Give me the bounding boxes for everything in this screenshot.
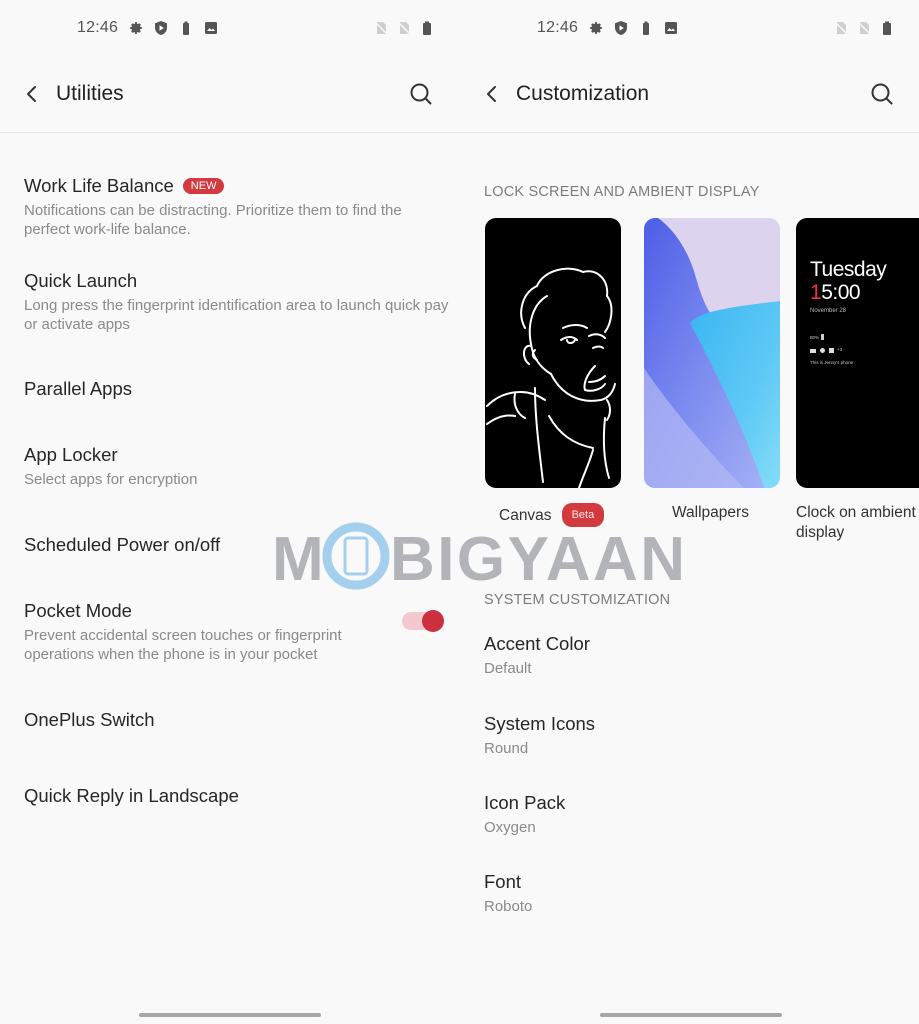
gear-icon	[128, 20, 144, 36]
system-icons-item[interactable]: System Icons Round	[460, 710, 919, 765]
gesture-nav-handle[interactable]	[600, 1013, 782, 1017]
canvas-label[interactable]: Canvas Beta	[499, 503, 605, 527]
list-item-oneplus-switch[interactable]: OnePlus Switch	[0, 705, 460, 745]
list-item-scheduled-power[interactable]: Scheduled Power on/off	[0, 530, 460, 570]
shield-play-icon	[153, 20, 169, 36]
item-value: Oxygen	[484, 819, 536, 836]
gear-icon	[588, 20, 604, 36]
list-item-pocket-mode[interactable]: Pocket Mode Prevent accidental screen to…	[0, 596, 460, 666]
item-subtitle: Notifications can be distracting. Priori…	[24, 202, 402, 238]
list-item-parallel-apps[interactable]: Parallel Apps	[0, 374, 460, 414]
back-button[interactable]	[480, 82, 504, 106]
app-bar: Customization	[460, 70, 919, 120]
toggle-thumb	[422, 610, 444, 632]
chevron-left-icon	[27, 86, 36, 102]
item-title: Font	[484, 871, 522, 892]
item-subtitle: Select apps for encryption	[24, 471, 198, 488]
ambient-day: Tuesday	[810, 258, 887, 281]
search-icon	[871, 83, 893, 105]
ambient-battery-icon	[821, 334, 824, 340]
ambient-date: November 28	[810, 308, 847, 314]
item-title: Work Life Balance NEW	[24, 175, 225, 197]
image-icon	[203, 20, 219, 36]
list-item-work-life-balance[interactable]: Work Life Balance NEW Notifications can b…	[0, 170, 460, 240]
status-time: 12:46	[77, 19, 119, 36]
status-bar: 12:46	[460, 0, 919, 58]
font-item[interactable]: Font Roboto	[460, 868, 919, 923]
item-title: Quick Reply in Landscape	[24, 785, 239, 806]
list-item-quick-reply-landscape[interactable]: Quick Reply in Landscape	[0, 781, 460, 821]
ambient-notification-icon	[820, 348, 825, 353]
ambient-battery: 80%	[810, 335, 820, 340]
accent-color-item[interactable]: Accent Color Default	[460, 630, 919, 685]
status-bar: 12:46	[0, 0, 460, 58]
ambient-time-rest: 5:00	[821, 281, 861, 304]
search-button[interactable]	[869, 81, 895, 107]
beta-badge: Beta	[561, 503, 605, 527]
item-title: Pocket Mode	[24, 600, 132, 621]
item-title: Parallel Apps	[24, 378, 132, 399]
clock-ambient-card[interactable]: Tuesday 15:00 November 28 80% +3 This is…	[796, 218, 919, 488]
divider	[0, 132, 460, 133]
search-button[interactable]	[408, 81, 434, 107]
chevron-left-icon	[487, 86, 496, 102]
wallpapers-card[interactable]	[644, 218, 780, 488]
no-sim-icon	[856, 20, 872, 36]
ambient-time-accent: 1	[810, 281, 822, 304]
battery-saver-icon	[178, 20, 194, 36]
item-subtitle: Prevent accidental screen touches or fin…	[24, 627, 342, 663]
item-title: Accent Color	[484, 633, 590, 654]
divider	[460, 132, 919, 133]
canvas-label-text: Canvas	[499, 507, 552, 524]
page-title: Customization	[516, 82, 650, 105]
section-header-system-customization: SYSTEM CUSTOMIZATION	[484, 592, 671, 608]
new-badge: NEW	[182, 178, 225, 194]
ambient-mail-icon	[810, 349, 816, 353]
item-value: Roboto	[484, 898, 533, 915]
ambient-owner-text: This is Jenny's phone	[810, 360, 854, 365]
shield-play-icon	[613, 20, 629, 36]
search-icon	[410, 83, 432, 105]
customization-screen: 12:46 Customization LOCK SCREEN AND AMBI…	[460, 0, 919, 1024]
clock-ambient-label[interactable]: Clock on ambient display	[796, 503, 919, 543]
section-header-lock-screen: LOCK SCREEN AND AMBIENT DISPLAY	[484, 184, 760, 200]
no-sim-icon	[833, 20, 849, 36]
ambient-more-count: +3	[837, 347, 843, 352]
ambient-facebook-icon	[829, 348, 834, 353]
app-bar: Utilities	[0, 70, 460, 120]
no-sim-icon	[373, 20, 389, 36]
canvas-card[interactable]	[485, 218, 621, 488]
item-value: Default	[484, 660, 532, 677]
item-title-text: Work Life Balance	[24, 175, 174, 196]
ambient-time: 15:00	[810, 281, 861, 305]
item-title: Scheduled Power on/off	[24, 534, 221, 555]
no-sim-icon	[396, 20, 412, 36]
pocket-mode-toggle[interactable]	[402, 609, 444, 632]
wallpapers-label[interactable]: Wallpapers	[672, 503, 749, 523]
list-item-quick-launch[interactable]: Quick Launch Long press the fingerprint …	[0, 266, 460, 336]
back-button[interactable]	[20, 82, 44, 106]
item-value: Round	[484, 740, 529, 757]
gesture-nav-handle[interactable]	[139, 1013, 321, 1017]
line-art-portrait-image	[485, 218, 621, 488]
page-title: Utilities	[56, 82, 124, 105]
item-title: OnePlus Switch	[24, 709, 155, 730]
image-icon	[663, 20, 679, 36]
status-time: 12:46	[537, 19, 579, 36]
utilities-screen: 12:46 Utilities Work Life Balance NEW Not…	[0, 0, 460, 1024]
icon-pack-item[interactable]: Icon Pack Oxygen	[460, 789, 919, 844]
item-subtitle: Long press the fingerprint identificatio…	[24, 297, 449, 333]
item-title: Icon Pack	[484, 792, 566, 813]
item-title: System Icons	[484, 713, 596, 734]
battery-icon	[419, 20, 435, 36]
wallpaper-preview-image	[644, 218, 780, 488]
list-item-app-locker[interactable]: App Locker Select apps for encryption	[0, 440, 460, 495]
item-title: App Locker	[24, 444, 118, 465]
battery-saver-icon	[638, 20, 654, 36]
battery-icon	[879, 20, 895, 36]
item-title: Quick Launch	[24, 270, 138, 291]
